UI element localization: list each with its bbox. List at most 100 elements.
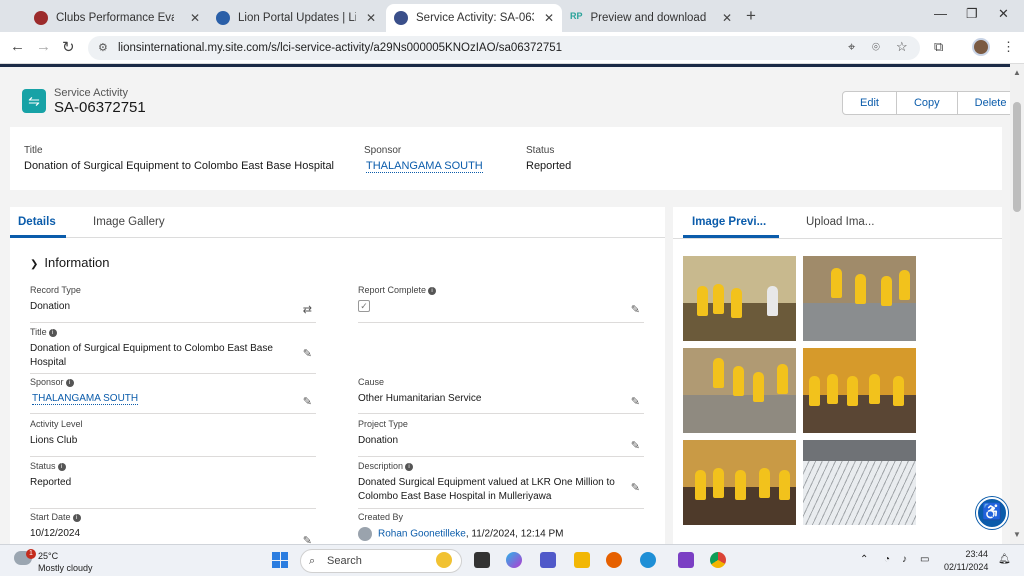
app-icon[interactable]: [678, 552, 694, 568]
field-label: Created By: [358, 512, 404, 522]
url-text: lionsinternational.my.site.com/s/lci-ser…: [118, 42, 563, 54]
url-field[interactable]: ⚙ lionsinternational.my.site.com/s/lci-s…: [88, 36, 920, 60]
gallery-image-1[interactable]: [683, 256, 796, 341]
tab-upload-image[interactable]: Upload Ima...: [806, 216, 874, 228]
field-value: 10/12/2024: [30, 528, 81, 539]
bookmark-star-icon[interactable]: ☆: [896, 39, 908, 55]
scroll-up-icon[interactable]: ▲: [1013, 68, 1021, 77]
change-record-type-icon[interactable]: ⇄: [303, 303, 312, 316]
page-content: ⇋ Service Activity SA-06372751 Edit Copy…: [0, 67, 1010, 544]
info-icon: i: [428, 286, 437, 295]
tab-image-preview[interactable]: Image Previ...: [692, 216, 766, 228]
field-label: Cause: [358, 377, 385, 387]
field-label: Start Date i: [30, 512, 316, 522]
browser-tab-3[interactable]: Service Activity: SA-06372751 ✕: [386, 4, 562, 32]
tab-image-gallery[interactable]: Image Gallery: [93, 216, 165, 228]
gallery-image-3[interactable]: [683, 348, 796, 433]
gallery-image-4[interactable]: [803, 348, 916, 433]
edit-pencil-icon[interactable]: ✎: [631, 439, 640, 452]
extensions-icon[interactable]: ⧉: [934, 39, 943, 55]
highlight-status-label: Status: [526, 145, 555, 156]
service-activity-icon: ⇋: [22, 89, 46, 113]
copilot-icon[interactable]: [506, 552, 522, 568]
notifications-bell-icon[interactable]: 🔔︎: [998, 554, 1011, 565]
close-tab-icon[interactable]: ✕: [366, 11, 376, 25]
widget-icon[interactable]: [436, 552, 452, 568]
tab-details[interactable]: Details: [18, 216, 56, 228]
back-icon[interactable]: ←: [10, 38, 25, 55]
scrollbar-thumb[interactable]: [1013, 102, 1021, 212]
edit-pencil-icon[interactable]: ✎: [303, 347, 312, 360]
edge-icon[interactable]: [640, 552, 656, 568]
delete-button[interactable]: Delete: [958, 92, 1010, 114]
close-tab-icon[interactable]: ✕: [722, 11, 732, 25]
close-window-icon[interactable]: ✕: [998, 6, 1009, 22]
information-section-header[interactable]: ❯ Information: [30, 255, 109, 270]
battery-icon[interactable]: ▭: [920, 554, 929, 565]
browser-tab-1[interactable]: Clubs Performance Evaluation S ✕: [26, 4, 208, 32]
forward-icon[interactable]: →: [36, 38, 51, 55]
clock[interactable]: 23:44 02/11/2024: [944, 548, 988, 574]
browser-tab-2[interactable]: Lion Portal Updates | Lions Club ✕: [208, 4, 384, 32]
windows-start-icon[interactable]: [272, 552, 288, 568]
edit-pencil-icon[interactable]: ✎: [631, 481, 640, 494]
record-actions: Edit Copy Delete: [842, 91, 1010, 115]
field-created-by: Created By Rohan Goonetilleke, 11/2/2024…: [358, 512, 644, 544]
page-scrollbar[interactable]: ▲ ▼: [1010, 64, 1024, 544]
highlight-title-label: Title: [24, 145, 43, 156]
field-label: Title i: [30, 327, 316, 337]
gallery-image-5[interactable]: [683, 440, 796, 525]
new-tab-button[interactable]: +: [746, 6, 756, 26]
profile-avatar[interactable]: [972, 38, 990, 56]
details-card: Details Image Gallery ❯ Information Recor…: [10, 207, 665, 544]
task-view-icon[interactable]: [474, 552, 490, 568]
edit-pencil-icon[interactable]: ✎: [631, 395, 640, 408]
record-name: SA-06372751: [54, 99, 146, 116]
info-icon: i: [48, 328, 57, 337]
restore-icon[interactable]: ❐: [966, 6, 978, 22]
close-tab-icon[interactable]: ✕: [190, 11, 200, 25]
pin-icon[interactable]: ⌾: [872, 39, 880, 55]
volume-icon[interactable]: ♪: [902, 554, 907, 565]
browser-tab-4[interactable]: RP Preview and download image - ✕: [562, 4, 740, 32]
firefox-icon[interactable]: [606, 552, 622, 568]
edit-pencil-icon[interactable]: ✎: [303, 534, 312, 544]
info-icon: i: [57, 462, 66, 471]
weather-temp: 25°C: [38, 551, 59, 561]
site-info-icon[interactable]: ⚙: [98, 36, 108, 60]
field-status: Status i Reported: [30, 461, 316, 509]
edit-pencil-icon[interactable]: ✎: [631, 303, 640, 316]
highlight-sponsor-link[interactable]: THALANGAMA SOUTH: [366, 160, 483, 173]
gallery-image-2[interactable]: [803, 256, 916, 341]
chevron-down-icon: ❯: [30, 259, 39, 270]
tray-expand-icon[interactable]: ⌃: [860, 554, 868, 565]
teams-icon[interactable]: [540, 552, 556, 568]
location-icon[interactable]: ⌖: [848, 39, 855, 55]
close-tab-icon[interactable]: ✕: [544, 11, 554, 25]
gallery-image-6[interactable]: [803, 440, 916, 525]
tab-favicon-icon: [394, 11, 408, 25]
file-explorer-icon[interactable]: [574, 552, 590, 568]
search-icon: ⌕: [309, 555, 316, 567]
wifi-icon[interactable]: ◔: [884, 554, 890, 565]
weather-desc: Mostly cloudy: [38, 563, 93, 573]
sponsor-link[interactable]: THALANGAMA SOUTH: [32, 393, 139, 405]
menu-dots-icon[interactable]: ⋮: [1002, 39, 1015, 55]
field-value: Other Humanitarian Service: [358, 393, 482, 404]
scroll-down-icon[interactable]: ▼: [1013, 530, 1021, 539]
accessibility-icon[interactable]: ♿: [976, 497, 1008, 529]
reload-icon[interactable]: ↻: [62, 38, 75, 56]
field-value: Donation: [30, 301, 71, 312]
tab-title: Lion Portal Updates | Lions Club: [238, 12, 356, 24]
edit-pencil-icon[interactable]: ✎: [303, 395, 312, 408]
edit-button[interactable]: Edit: [843, 92, 897, 114]
field-record-type: Record Type Donation ⇄: [30, 285, 316, 323]
created-by-user-link[interactable]: Rohan Goonetilleke: [378, 529, 466, 540]
copy-button[interactable]: Copy: [897, 92, 958, 114]
chrome-icon[interactable]: [710, 552, 726, 568]
minimize-icon[interactable]: —: [934, 6, 947, 21]
highlight-status-value: Reported: [526, 160, 572, 172]
highlights-panel: Title Donation of Surgical Equipment to …: [10, 127, 1002, 190]
search-placeholder: Search: [327, 555, 362, 567]
section-title: Information: [44, 255, 110, 270]
